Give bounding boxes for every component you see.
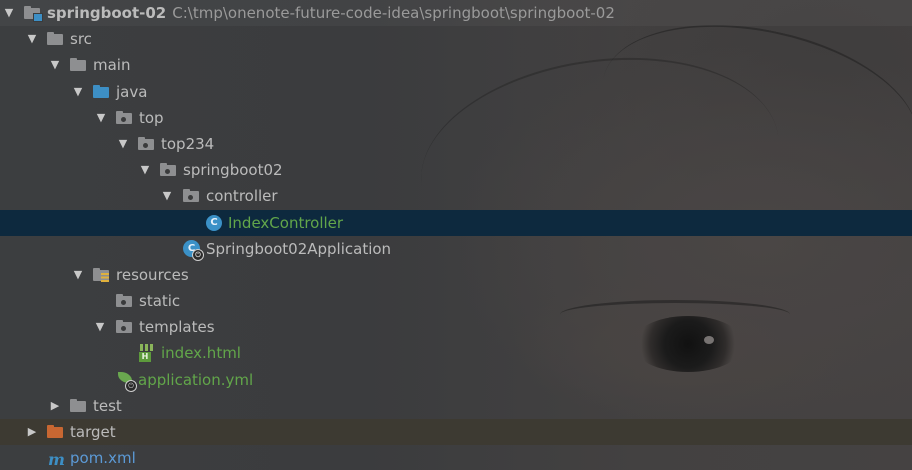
expand-arrow-icon[interactable]: ▼ (138, 157, 152, 183)
tree-node-src[interactable]: ▼ src (0, 26, 912, 52)
expand-arrow-icon[interactable]: ▼ (94, 105, 108, 131)
tree-node-label: index.html (161, 344, 241, 363)
java-class-icon: C (206, 214, 222, 231)
tree-node-top[interactable]: ▼ top (0, 105, 912, 131)
tree-node-label: test (93, 396, 122, 415)
tree-node-top234[interactable]: ▼ top234 (0, 131, 912, 157)
tree-node-index-controller[interactable]: C IndexController (0, 209, 912, 236)
spring-leaf-icon: ⏻ (116, 371, 137, 392)
collapse-arrow-icon[interactable]: ▶ (48, 393, 62, 419)
package-icon (160, 163, 176, 177)
tree-node-static[interactable]: static (0, 288, 912, 314)
project-tree: ▼ springboot-02 C:\tmp\onenote-future-cod… (0, 0, 912, 470)
project-tree-panel: ▼ springboot-02 C:\tmp\onenote-future-cod… (0, 0, 912, 470)
folder-icon (70, 398, 86, 413)
tree-node-label: springboot02 (183, 161, 283, 180)
tree-node-label: IndexController (228, 213, 344, 232)
expand-arrow-icon[interactable]: ▼ (48, 52, 62, 78)
module-path: C:\tmp\onenote-future-code-idea\springbo… (172, 4, 615, 22)
expand-arrow-icon[interactable]: ▼ (71, 79, 85, 105)
tree-node-test[interactable]: ▶ test (0, 393, 912, 419)
package-icon (116, 110, 132, 125)
tree-node-target[interactable]: ▶ target (0, 419, 912, 446)
tree-node-springboot02[interactable]: ▼ springboot02 (0, 157, 912, 183)
tree-node-label: resources (116, 265, 189, 284)
tree-node-label: static (139, 292, 181, 311)
tree-node-label: target (70, 423, 116, 441)
tree-node-resources[interactable]: ▼ resources (0, 262, 912, 288)
tree-node-application-yml[interactable]: ⏻ application.yml (0, 367, 912, 393)
folder-icon (70, 58, 86, 72)
tree-node-java[interactable]: ▼ java (0, 79, 912, 105)
package-icon (138, 136, 154, 151)
tree-node-label: top234 (161, 134, 215, 153)
spring-boot-application-icon: C ⏻ (183, 239, 204, 261)
tree-node-label: main (93, 56, 131, 75)
expand-arrow-icon[interactable]: ▼ (2, 0, 16, 26)
tree-node-label: java (116, 82, 148, 101)
tree-node-label: src (70, 30, 92, 49)
tree-node-main[interactable]: ▼ main (0, 52, 912, 78)
tree-node-controller[interactable]: ▼ controller (0, 183, 912, 209)
tree-node-label: templates (139, 318, 215, 337)
maven-icon: m (48, 450, 65, 470)
tree-node-index-html[interactable]: H index.html (0, 340, 912, 366)
tree-node-label: controller (206, 187, 278, 206)
power-icon: ⏻ (192, 248, 204, 261)
folder-icon (47, 32, 63, 46)
tree-node-label: top (139, 108, 164, 127)
expand-arrow-icon[interactable]: ▼ (93, 314, 107, 340)
power-icon: ⏻ (125, 379, 137, 392)
package-icon (183, 189, 199, 203)
tree-node-label: pom.xml (70, 449, 136, 468)
expand-arrow-icon[interactable]: ▼ (116, 131, 130, 157)
tree-node-label: Springboot02Application (206, 239, 392, 258)
tree-node-label: springboot-02 (47, 4, 167, 22)
collapse-arrow-icon[interactable]: ▶ (25, 419, 39, 445)
source-folder-icon (93, 84, 109, 99)
folder-icon (116, 320, 132, 334)
folder-icon (116, 294, 132, 308)
expand-arrow-icon[interactable]: ▼ (25, 26, 39, 52)
expand-arrow-icon[interactable]: ▼ (71, 262, 85, 288)
tree-node-label: application.yml (138, 370, 254, 389)
tree-node-springboot-02[interactable]: ▼ springboot-02 C:\tmp\onenote-future-cod… (0, 0, 912, 27)
expand-arrow-icon[interactable]: ▼ (160, 183, 174, 209)
tree-node-pom-xml[interactable]: m pom.xml (0, 445, 912, 470)
module-folder-icon (24, 6, 43, 22)
resources-folder-icon (93, 267, 109, 282)
html-file-icon: H (139, 344, 157, 363)
excluded-folder-icon (47, 425, 63, 439)
tree-node-templates[interactable]: ▼ templates (0, 314, 912, 340)
tree-node-springboot02-application[interactable]: C ⏻ Springboot02Application (0, 236, 912, 262)
